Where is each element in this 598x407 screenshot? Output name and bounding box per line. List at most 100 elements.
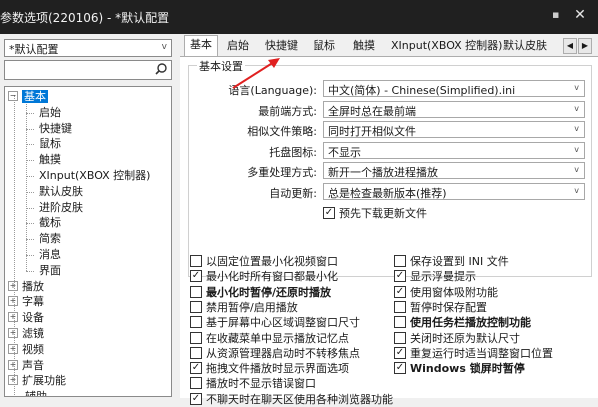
tab-6[interactable]: XInput(XBOX 控制器) — [386, 37, 507, 55]
tree-item-label: 辅助 — [25, 390, 47, 397]
setting-select[interactable]: 不显示 v — [323, 141, 585, 159]
option-checkbox[interactable]: ✓ 不聊天时在聊天区使用各种浏览器功能 — [190, 392, 393, 407]
prerelease-checkbox[interactable]: ✓ 预先下载更新文件 — [323, 206, 427, 221]
checkbox-box[interactable] — [394, 255, 406, 267]
checkbox-box[interactable]: ✓ — [394, 285, 406, 298]
checkbox-box[interactable]: ✓ — [394, 270, 406, 283]
basic-settings-group: 基本设置 语言(Language): 中文(简体) - Chinese(Simpl… — [188, 58, 592, 277]
option-label: 重复运行时适当调整窗口位置 — [410, 346, 553, 360]
pin-icon[interactable]: ▪ — [552, 9, 562, 21]
option-checkbox[interactable]: ✓ 使用窗体吸附功能 — [394, 285, 498, 300]
option-checkbox[interactable]: ✓ 最小化时所有窗口都最小化 — [190, 269, 338, 284]
option-checkbox[interactable]: ✓ 重复运行时适当调整窗口位置 — [394, 346, 553, 361]
tree-item[interactable]: + 字幕 — [8, 294, 44, 309]
option-checkbox[interactable]: ✓ Windows 锁屏时暂停 — [394, 361, 525, 376]
checkbox-box[interactable]: ✓ — [323, 207, 335, 219]
setting-label: 托盘图标: — [269, 145, 317, 159]
setting-select[interactable]: 中文(简体) - Chinese(Simplified).ini v — [323, 80, 585, 97]
tree-item[interactable]: 截标 — [39, 215, 61, 230]
checkbox-box[interactable] — [190, 316, 202, 329]
option-checkbox[interactable]: ✓ 显示浮曼提示 — [394, 269, 476, 284]
tree-item[interactable]: 消息 — [39, 247, 61, 262]
search-input[interactable] — [4, 60, 172, 80]
expander-icon[interactable]: + — [8, 375, 18, 386]
tree-item-label: 简索 — [39, 232, 61, 246]
tree-item[interactable]: 快捷键 — [39, 121, 72, 136]
tab-4[interactable]: 鼠标 — [308, 37, 340, 55]
tab-1[interactable]: 基本 — [184, 35, 218, 57]
tree-item[interactable]: 界面 — [39, 263, 61, 278]
tree-item[interactable]: 默认皮肤 — [39, 184, 83, 199]
tree-item[interactable]: 鼠标 — [39, 136, 61, 151]
setting-select[interactable]: 新开一个播放进程播放 v — [323, 162, 585, 179]
search-icon[interactable] — [154, 62, 168, 76]
expander-icon[interactable]: + — [8, 343, 18, 354]
expander-icon[interactable]: + — [8, 359, 18, 370]
option-checkbox[interactable]: 最小化时暂停/还原时播放 — [190, 285, 331, 300]
checkbox-box[interactable]: ✓ — [394, 346, 406, 359]
option-checkbox[interactable]: 保存设置到 INI 文件 — [394, 254, 509, 269]
tab-7[interactable]: 默认皮肤 — [498, 37, 552, 55]
checkbox-box[interactable] — [394, 316, 406, 329]
close-icon[interactable]: ✕ — [572, 7, 588, 23]
tree-item[interactable]: + 滤镜 — [8, 326, 44, 341]
tab-5[interactable]: 触摸 — [348, 37, 380, 55]
setting-select[interactable]: 同时打开相似文件 v — [323, 121, 585, 138]
checkbox-box[interactable] — [190, 331, 202, 344]
tree-item[interactable]: + 声音 — [8, 358, 44, 373]
tree-item-label: 进阶皮肤 — [39, 200, 83, 214]
setting-select[interactable]: 全屏时总在最前端 v — [323, 100, 585, 118]
checkbox-box[interactable] — [190, 300, 202, 313]
checkbox-box[interactable]: ✓ — [190, 270, 202, 283]
tree-item[interactable]: 进阶皮肤 — [39, 200, 83, 215]
left-panel: *默认配置 v − 基本 启始 快捷键 鼠标 触摸 XInput(XBOX 控制器) 默认皮肤… — [0, 34, 180, 397]
checkbox-box[interactable] — [394, 300, 406, 313]
option-checkbox[interactable]: 从资源管理器启动时不转移焦点 — [190, 346, 360, 361]
tree-item[interactable]: XInput(XBOX 控制器) — [39, 168, 150, 183]
setting-select[interactable]: 总是检查最新版本(推荐) v — [323, 182, 585, 200]
tree-item-label: 设备 — [22, 311, 44, 325]
checkbox-box[interactable]: ✓ — [394, 362, 406, 375]
tree-item[interactable]: 简索 — [39, 231, 61, 246]
tree-item[interactable]: + 扩展功能 — [8, 373, 66, 388]
checkbox-box[interactable] — [190, 346, 202, 359]
tree-item-label: 播放 — [22, 279, 44, 293]
expander-icon[interactable]: + — [8, 296, 18, 307]
tree-item[interactable]: + 播放 — [8, 279, 44, 294]
tab-scroll-right-icon[interactable]: ▶ — [578, 38, 592, 54]
expander-icon[interactable]: + — [8, 280, 18, 291]
option-label: 基于屏幕中心区域调整窗口尺寸 — [206, 316, 360, 330]
checkbox-box[interactable] — [190, 255, 202, 267]
tree-item[interactable]: − 基本 — [8, 89, 48, 104]
option-checkbox[interactable]: 以固定位置最小化视频窗口 — [190, 254, 338, 269]
expander-icon[interactable]: + — [8, 312, 18, 323]
checkbox-box[interactable]: ✓ — [190, 392, 202, 405]
checkbox-box[interactable]: ✓ — [190, 362, 202, 375]
tree-item-label: 基本 — [22, 90, 48, 103]
tree-item[interactable]: 启始 — [39, 105, 61, 120]
option-label: Windows 锁屏时暂停 — [410, 362, 525, 376]
option-checkbox[interactable]: ✓ 拖拽文件播放时显示界面选项 — [190, 361, 349, 376]
tree-item[interactable]: + 设备 — [8, 310, 44, 325]
tree-item[interactable]: 触摸 — [39, 152, 61, 167]
tab-scroll-left-icon[interactable]: ◀ — [563, 38, 577, 54]
option-checkbox[interactable]: 基于屏幕中心区域调整窗口尺寸 — [190, 315, 360, 330]
tab-2[interactable]: 启始 — [222, 37, 254, 55]
checkbox-box[interactable] — [190, 377, 202, 390]
tab-bar: 基本 启始 快捷键 鼠标 触摸 XInput(XBOX 控制器) 默认皮肤 ◀ ▶ — [180, 34, 598, 57]
option-checkbox[interactable]: 暂停时保存配置 — [394, 300, 487, 315]
tree-item[interactable]: + 视频 — [8, 342, 44, 357]
option-checkbox[interactable]: 在收藏菜单中显示播放记忆点 — [190, 331, 349, 346]
option-checkbox[interactable]: 播放时不显示错误窗口 — [190, 376, 316, 391]
option-checkbox[interactable]: 使用任务栏播放控制功能 — [394, 315, 531, 330]
tree-guide-line — [26, 255, 34, 256]
tree-item[interactable]: 辅助 — [25, 389, 47, 397]
expander-icon[interactable]: + — [8, 328, 18, 338]
option-checkbox[interactable]: 禁用暂停/启用播放 — [190, 300, 298, 315]
profile-select[interactable]: *默认配置 v — [4, 39, 172, 57]
checkbox-box[interactable] — [190, 285, 202, 298]
expander-icon[interactable]: − — [8, 91, 18, 101]
option-checkbox[interactable]: 关闭时还原为默认尺寸 — [394, 331, 520, 346]
checkbox-box[interactable] — [394, 331, 406, 344]
tab-3[interactable]: 快捷键 — [260, 37, 303, 55]
